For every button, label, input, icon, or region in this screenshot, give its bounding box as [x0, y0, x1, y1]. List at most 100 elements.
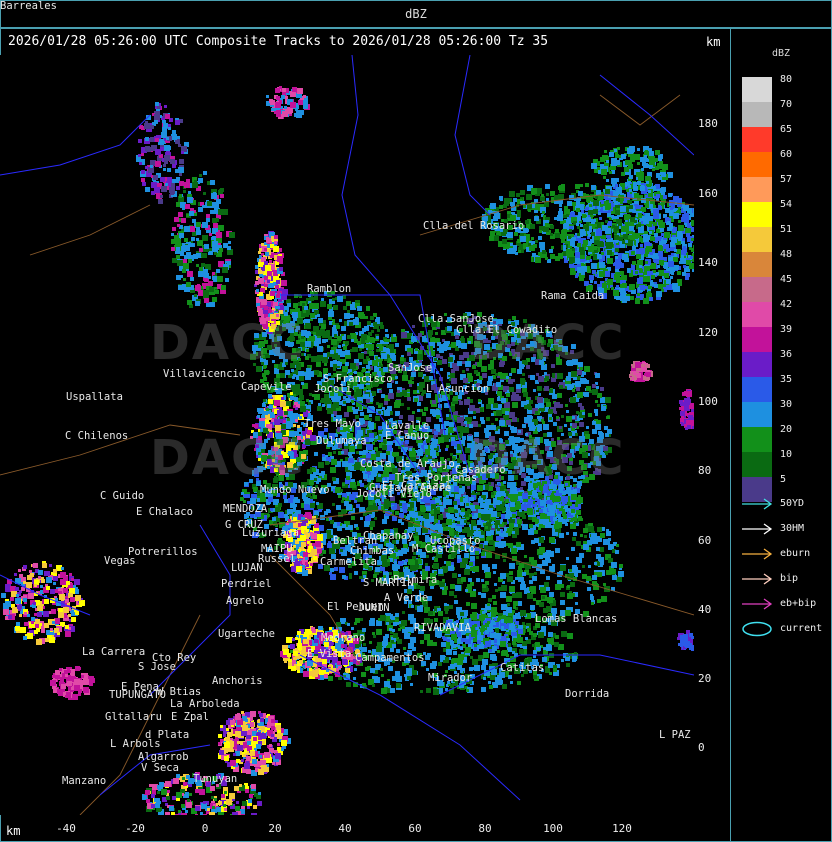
echo-cell	[524, 405, 528, 409]
echo-cell	[638, 227, 644, 233]
echo-cell	[564, 424, 567, 427]
echo-cell	[615, 154, 619, 158]
echo-cell	[669, 212, 673, 216]
echo-cell	[602, 283, 607, 288]
echo-cell	[607, 258, 612, 263]
echo-cell	[535, 257, 541, 263]
echo-cell	[463, 498, 468, 503]
echo-cell	[382, 445, 387, 450]
echo-cell	[601, 169, 607, 175]
echo-cell	[591, 185, 596, 190]
echo-cell	[630, 217, 635, 222]
echo-cell	[557, 393, 562, 398]
echo-cell	[597, 404, 600, 407]
echo-cell	[506, 393, 510, 397]
echo-cell	[496, 410, 502, 416]
echo-cell	[384, 504, 389, 509]
unit-label-bottom: km	[6, 824, 21, 838]
echo-cell	[563, 245, 566, 248]
echo-cell	[378, 426, 382, 430]
echo-cell	[625, 182, 629, 186]
echo-cell	[381, 394, 385, 398]
echo-cell	[465, 589, 468, 592]
echo-cell	[605, 220, 608, 223]
echo-cell	[246, 494, 250, 498]
echo-cell	[528, 209, 531, 212]
echo-cell	[514, 232, 518, 236]
echo-cell	[388, 446, 392, 450]
echo-cell	[482, 373, 487, 378]
echo-cell	[600, 533, 605, 538]
echo-cell	[349, 576, 352, 579]
echo-cell	[392, 564, 398, 570]
echo-cell	[398, 393, 402, 397]
echo-cell	[338, 495, 341, 498]
echo-cell	[332, 477, 336, 481]
echo-cell	[616, 544, 619, 547]
echo-cell	[478, 592, 481, 595]
echo-cell	[331, 459, 337, 465]
echo-cell	[614, 235, 619, 240]
echo-cell	[395, 400, 401, 406]
echo-cell	[644, 155, 647, 158]
echo-cell	[423, 338, 427, 342]
echo-cell	[529, 400, 533, 404]
echo-cell	[499, 501, 502, 504]
echo-cell	[638, 213, 642, 217]
echo-cell	[326, 509, 330, 513]
echo-cell	[518, 250, 521, 253]
echo-cell	[420, 586, 425, 591]
echo-cell	[572, 416, 575, 419]
echo-cell	[566, 532, 569, 535]
echo-cell	[595, 400, 598, 403]
echo-cell	[612, 184, 615, 187]
echo-cell	[555, 229, 559, 233]
echo-cell	[629, 284, 635, 290]
echo-cell	[400, 357, 404, 361]
echo-cell	[359, 480, 362, 483]
echo-cell	[682, 238, 685, 241]
echo-cell	[541, 194, 544, 197]
echo-cell	[401, 403, 404, 406]
echo-cell	[561, 415, 564, 418]
echo-cell	[364, 415, 369, 420]
echo-cell	[430, 519, 433, 522]
echo-cell	[446, 499, 452, 505]
echo-cell	[634, 193, 639, 198]
echo-cell	[615, 178, 619, 182]
echo-cell	[513, 601, 518, 606]
echo-cell	[648, 216, 653, 221]
echo-cell	[512, 610, 515, 613]
echo-cell	[572, 537, 576, 541]
echo-cell	[529, 587, 533, 591]
echo-cell	[337, 526, 342, 531]
echo-cell	[496, 536, 501, 541]
echo-cell	[429, 376, 433, 380]
echo-cell	[314, 512, 317, 515]
echo-cell	[520, 236, 526, 242]
echo-cell	[520, 610, 526, 616]
echo-cell	[375, 416, 380, 421]
echo-cell	[456, 341, 461, 346]
echo-cell	[394, 561, 397, 564]
echo-cell	[623, 234, 628, 239]
echo-cell	[371, 422, 374, 425]
echo-cell	[453, 396, 458, 401]
echo-cell	[445, 509, 448, 512]
echo-cell	[607, 279, 613, 285]
echo-cell	[403, 509, 407, 513]
echo-cell	[435, 332, 438, 335]
echo-cell	[587, 200, 590, 203]
echo-cell	[599, 271, 605, 277]
echo-cell	[570, 268, 575, 273]
echo-cell	[629, 175, 633, 179]
echo-cell	[349, 573, 352, 576]
echo-cell	[360, 517, 363, 520]
echo-cell	[653, 209, 659, 215]
echo-cell	[421, 507, 426, 512]
echo-cell	[595, 413, 598, 416]
echo-cell	[570, 397, 576, 403]
echo-cell	[493, 571, 496, 574]
echo-cell	[393, 334, 396, 337]
echo-cell	[440, 356, 443, 359]
